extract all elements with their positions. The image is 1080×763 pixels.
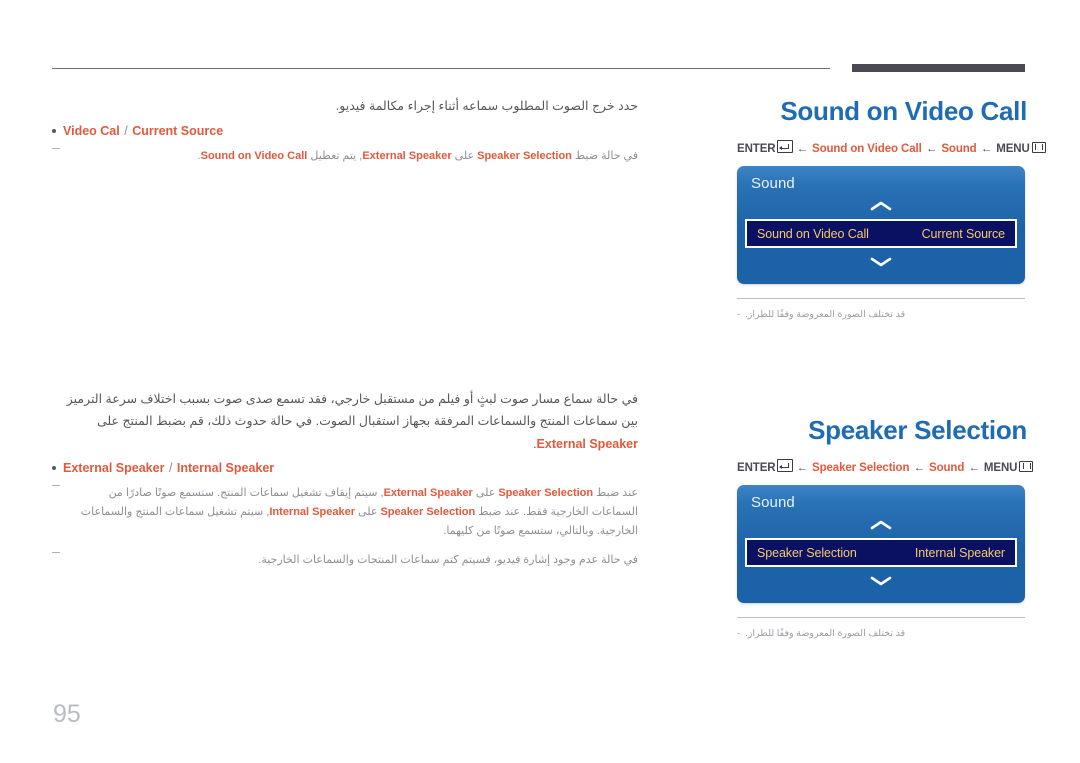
bullet-dot-icon bbox=[52, 128, 56, 133]
option-left-2: External Speaker bbox=[63, 460, 165, 475]
bullet-dot-icon bbox=[52, 465, 56, 470]
chevron-down-icon[interactable] bbox=[737, 254, 1025, 272]
options-text-1: Video Cal / Current Source bbox=[63, 124, 223, 138]
inline-term: External Speaker bbox=[362, 149, 452, 162]
section-sound-on-video-call-panel: Sound on Video Call ENTER ← Sound on Vide… bbox=[737, 96, 1046, 322]
osd-row-sound-on-video-call[interactable]: Sound on Video Call Current Source bbox=[745, 219, 1017, 248]
inline-term: Sound on Video Call bbox=[200, 149, 308, 162]
note-dash-icon bbox=[52, 147, 60, 157]
caption-dash: - bbox=[737, 628, 741, 639]
breadcrumb-crumb-1: Speaker Selection bbox=[812, 462, 910, 474]
page-title-speaker-selection: Speaker Selection bbox=[808, 415, 1027, 445]
inline-term: External Speaker bbox=[383, 486, 473, 499]
inline-term: External Speaker bbox=[536, 436, 638, 451]
breadcrumb-enter-label: ENTER bbox=[737, 462, 776, 474]
option-right-1: Current Source bbox=[132, 123, 224, 138]
option-left-1: Video Cal bbox=[63, 123, 120, 138]
option-right-2: Internal Speaker bbox=[176, 460, 275, 475]
inline-text: عند ضبط bbox=[593, 486, 638, 499]
breadcrumb-arrow-3: ← bbox=[968, 462, 980, 474]
chevron-up-icon[interactable] bbox=[737, 199, 1025, 217]
osd-panel-title: Sound bbox=[751, 494, 795, 511]
chevron-down-icon[interactable] bbox=[737, 573, 1025, 591]
note-2-1: عند ضبط Speaker Selection على External S… bbox=[52, 484, 638, 542]
menu-key-icon bbox=[1031, 142, 1046, 153]
options-text-2: External Speaker / Internal Speaker bbox=[63, 461, 274, 475]
caption-text: قد تختلف الصورة المعروضة وفقًا للطراز. bbox=[745, 628, 906, 639]
osd-row-value: Internal Speaker bbox=[914, 545, 1005, 560]
breadcrumb-arrow-2: ← bbox=[913, 462, 926, 474]
caption-dash: - bbox=[737, 309, 741, 320]
options-bullet-2: External Speaker / Internal Speaker bbox=[52, 461, 638, 475]
breadcrumb-speaker-selection: ENTER ← Speaker Selection ← Sound ← MENU bbox=[737, 459, 1034, 474]
breadcrumb-enter-label: ENTER bbox=[737, 143, 776, 155]
option-sep-2: / bbox=[168, 460, 173, 475]
note-2-2: في حالة عدم وجود إشارة فيديو، فسيتم كتم … bbox=[52, 551, 638, 570]
inline-text: في حالة سماع مسار صوت لبثٍ أو فيلم من مس… bbox=[66, 392, 638, 429]
osd-caption-wrap-2: قد تختلف الصورة المعروضة وفقًا للطراز. - bbox=[737, 617, 1025, 641]
inline-text: , يتم تعطيل bbox=[307, 149, 363, 162]
enter-key-icon bbox=[777, 459, 794, 472]
breadcrumb-arrow-1: ← bbox=[796, 462, 808, 474]
inline-text: في حالة عدم وجود إشارة فيديو، فسيتم كتم … bbox=[258, 553, 638, 566]
note-body: في حالة ضبط Speaker Selection على Extern… bbox=[66, 147, 638, 166]
chevron-up-icon[interactable] bbox=[737, 518, 1025, 536]
osd-panel-sound-on-video-call: Sound Sound on Video Call Current Source bbox=[737, 166, 1025, 284]
breadcrumb-crumb-1: Sound on Video Call bbox=[812, 143, 922, 155]
header-rule-thin bbox=[52, 68, 830, 69]
breadcrumb-menu-label: MENU bbox=[983, 462, 1018, 474]
note-dash-icon bbox=[52, 484, 60, 494]
menu-key-icon bbox=[1019, 461, 1034, 472]
osd-panel-speaker-selection: Sound Speaker Selection Internal Speaker bbox=[737, 485, 1025, 603]
breadcrumb-menu-label: MENU bbox=[996, 143, 1030, 155]
note-1-1: في حالة ضبط Speaker Selection على Extern… bbox=[52, 147, 638, 166]
options-bullet-1: Video Cal / Current Source bbox=[52, 124, 638, 138]
inline-term: Internal Speaker bbox=[269, 506, 355, 518]
page-number: 95 bbox=[53, 700, 81, 728]
inline-term: Speaker Selection bbox=[477, 149, 572, 162]
breadcrumb-arrow-1: ← bbox=[796, 143, 808, 155]
osd-row-label: Sound on Video Call bbox=[757, 226, 869, 241]
caption-rule bbox=[737, 617, 1025, 618]
osd-row-label: Speaker Selection bbox=[757, 545, 857, 560]
osd-caption-1: قد تختلف الصورة المعروضة وفقًا للطراز. - bbox=[737, 308, 1025, 322]
lead-paragraph-2: في حالة سماع مسار صوت لبثٍ أو فيلم من مس… bbox=[52, 388, 638, 455]
lead-paragraph-1: حدد خرج الصوت المطلوب سماعه أثناء إجراء … bbox=[335, 99, 638, 113]
page-title-sound-on-video-call: Sound on Video Call bbox=[780, 96, 1027, 126]
inline-term: Speaker Selection bbox=[498, 486, 594, 499]
header-rule-thick bbox=[852, 64, 1025, 72]
breadcrumb-arrow-2: ← bbox=[925, 143, 938, 155]
section-speaker-selection-body: في حالة سماع مسار صوت لبثٍ أو فيلم من مس… bbox=[52, 388, 638, 570]
inline-text: في حالة ضبط bbox=[571, 149, 638, 162]
caption-text: قد تختلف الصورة المعروضة وفقًا للطراز. bbox=[745, 309, 906, 320]
breadcrumb-crumb-2: Sound bbox=[941, 143, 977, 155]
note-body: في حالة عدم وجود إشارة فيديو، فسيتم كتم … bbox=[66, 551, 638, 570]
osd-caption-wrap-1: قد تختلف الصورة المعروضة وفقًا للطراز. - bbox=[737, 298, 1025, 322]
caption-rule bbox=[737, 298, 1025, 299]
inline-text: على bbox=[472, 486, 499, 499]
breadcrumb-arrow-3: ← bbox=[980, 143, 993, 155]
inline-text: على bbox=[451, 149, 478, 162]
breadcrumb-sound-on-video-call: ENTER ← Sound on Video Call ← Sound ← MEN… bbox=[737, 140, 1046, 155]
osd-caption-2: قد تختلف الصورة المعروضة وفقًا للطراز. - bbox=[737, 627, 1025, 641]
section-sound-on-video-call-body: حدد خرج الصوت المطلوب سماعه أثناء إجراء … bbox=[52, 96, 638, 166]
option-sep-1: / bbox=[124, 123, 128, 138]
note-body: عند ضبط Speaker Selection على External S… bbox=[66, 484, 638, 542]
enter-key-icon bbox=[777, 140, 794, 153]
breadcrumb-crumb-2: Sound bbox=[929, 462, 965, 474]
osd-row-speaker-selection[interactable]: Speaker Selection Internal Speaker bbox=[745, 538, 1017, 567]
osd-panel-title: Sound bbox=[751, 175, 795, 192]
inline-term: Speaker Selection bbox=[380, 506, 476, 518]
section-speaker-selection-panel: Speaker Selection ENTER ← Speaker Selecti… bbox=[737, 415, 1034, 641]
inline-text: على bbox=[354, 506, 381, 518]
osd-row-value: Current Source bbox=[921, 226, 1005, 241]
note-dash-icon bbox=[52, 551, 60, 561]
